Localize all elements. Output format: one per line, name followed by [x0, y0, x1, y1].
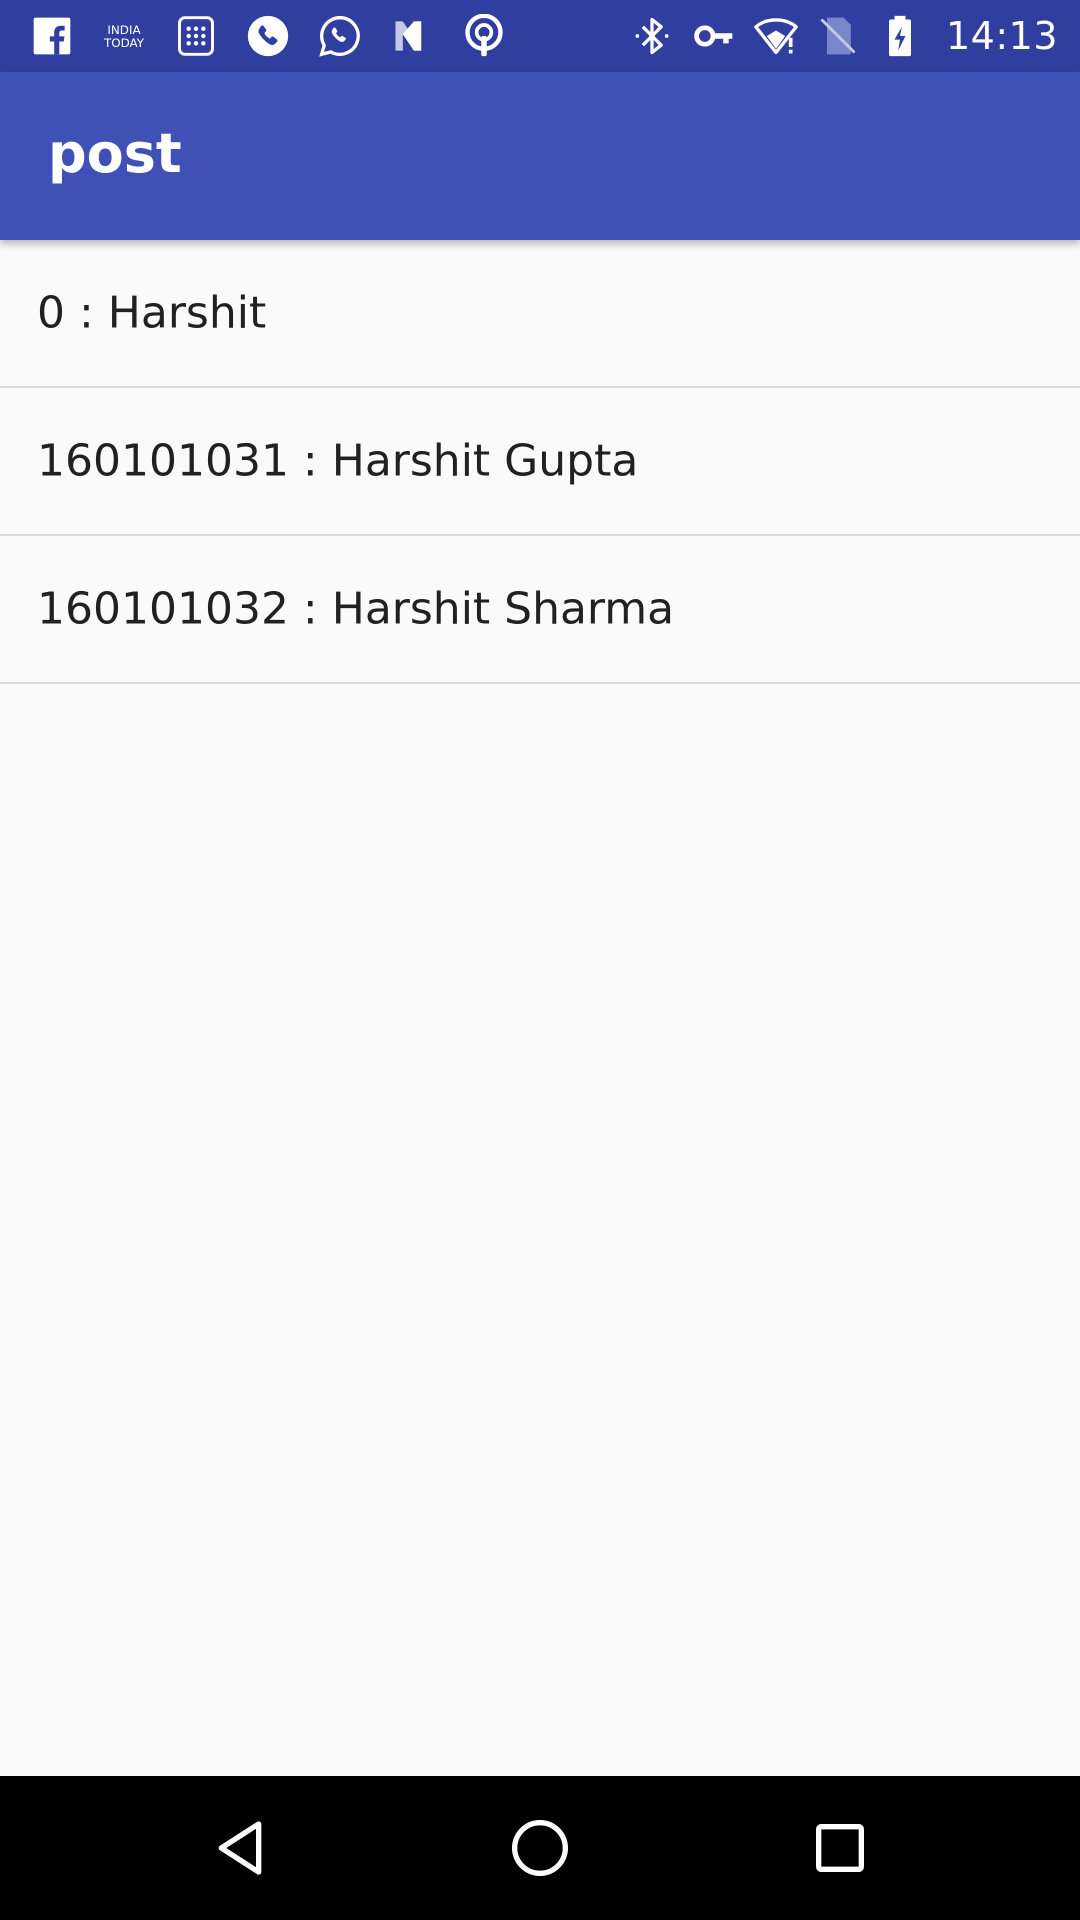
- hotspot-icon: [460, 12, 508, 60]
- app-bar: post: [0, 72, 1080, 240]
- navigation-bar: [0, 1776, 1080, 1920]
- list-item-label: 0 : Harshit: [37, 287, 267, 339]
- whatsapp-icon: [316, 12, 364, 60]
- svg-text:TODAY: TODAY: [103, 36, 145, 50]
- home-icon: [512, 1820, 568, 1876]
- recents-button[interactable]: [804, 1812, 876, 1884]
- system-icons: 14:13: [628, 0, 1058, 72]
- list-item-label: 160101032 : Harshit Sharma: [37, 583, 675, 635]
- facebook-icon: [28, 12, 76, 60]
- status-time: 14:13: [945, 14, 1058, 58]
- app-title: post: [48, 122, 182, 185]
- recents-icon: [816, 1824, 864, 1872]
- phone-icon: [244, 12, 292, 60]
- home-button[interactable]: [504, 1812, 576, 1884]
- no-sim-icon: [814, 12, 862, 60]
- list-item[interactable]: 0 : Harshit: [0, 240, 1080, 388]
- calculator-icon: [172, 12, 220, 60]
- back-icon: [218, 1821, 262, 1875]
- list-item-label: 160101031 : Harshit Gupta: [37, 435, 639, 487]
- battery-charging-icon: [876, 12, 924, 60]
- student-list: 0 : Harshit 160101031 : Harshit Gupta 16…: [0, 240, 1080, 684]
- india-today-icon: INDIA TODAY: [100, 12, 148, 60]
- vpn-key-icon: [690, 12, 738, 60]
- news-icon: [388, 12, 436, 60]
- bluetooth-icon: [628, 12, 676, 60]
- status-bar: INDIA TODAY 14:13: [0, 0, 1080, 72]
- back-button[interactable]: [204, 1812, 276, 1884]
- list-item[interactable]: 160101031 : Harshit Gupta: [0, 388, 1080, 536]
- list-item[interactable]: 160101032 : Harshit Sharma: [0, 536, 1080, 684]
- wifi-icon: [752, 12, 800, 60]
- notification-icons: INDIA TODAY: [28, 0, 532, 72]
